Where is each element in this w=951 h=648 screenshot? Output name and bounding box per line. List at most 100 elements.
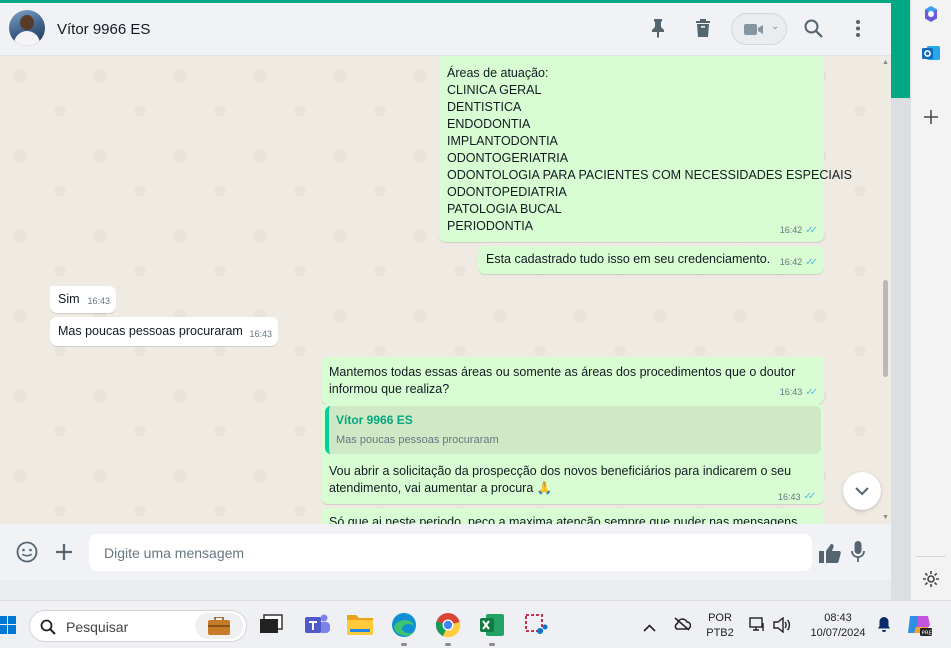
- running-indicator: [489, 643, 495, 646]
- teams-icon[interactable]: [303, 611, 331, 639]
- emoji-icon[interactable]: [16, 541, 38, 568]
- microphone-icon[interactable]: [851, 541, 865, 568]
- chevron-up-icon[interactable]: [643, 619, 656, 637]
- message-meta: 16:43 ✓✓: [778, 491, 816, 502]
- message-meta: 16:43: [249, 326, 272, 343]
- clock-time: 08:43: [824, 612, 852, 624]
- read-ticks-icon: ✓✓: [805, 225, 818, 236]
- running-indicator: [445, 643, 451, 646]
- task-view-icon[interactable]: [258, 611, 286, 639]
- message-time: 16:43: [87, 296, 110, 306]
- copilot-pre-icon[interactable]: PRE: [906, 613, 933, 642]
- edge-icon[interactable]: [390, 611, 418, 639]
- message-cadastro[interactable]: Esta cadastrado tudo isso em seu credenc…: [478, 246, 824, 274]
- message-meta: 16:42 ✓✓: [780, 254, 818, 271]
- message-meta: 16:43 ✓✓: [780, 384, 818, 401]
- network-icon[interactable]: [749, 617, 766, 638]
- message-line: atendimento, vai aumentar a procura 🙏: [329, 481, 553, 495]
- volume-icon[interactable]: [773, 616, 791, 638]
- message-time: 16:43: [779, 387, 803, 397]
- message-line: ENDODONTIA: [447, 117, 531, 131]
- plus-icon[interactable]: [55, 543, 73, 566]
- quoted-message[interactable]: Vítor 9966 ES Mas poucas pessoas procura…: [325, 406, 821, 454]
- message-poucas[interactable]: Mas poucas pessoas procuraram 16:43: [50, 317, 278, 346]
- message-meta: 16:42 ✓✓: [780, 222, 818, 239]
- keyboard-layout: PTB2: [706, 627, 734, 639]
- message-time: 16:43: [249, 329, 272, 339]
- avatar[interactable]: [9, 10, 45, 46]
- more-menu-icon[interactable]: [854, 19, 862, 43]
- search-placeholder: Pesquisar: [66, 619, 129, 635]
- message-areas[interactable]: Áreas de atuação: CLINICA GERAL DENTISTI…: [439, 56, 852, 242]
- message-meta: 16:43: [87, 293, 110, 310]
- message-time: 16:42: [779, 225, 803, 235]
- search-icon: [40, 619, 56, 635]
- read-ticks-icon: ✓✓: [805, 387, 818, 398]
- language-code: POR: [708, 612, 732, 624]
- notification-bell-icon[interactable]: [877, 616, 891, 638]
- briefcase-icon: [195, 613, 243, 639]
- read-ticks-icon: ✓✓: [805, 257, 818, 268]
- contact-name[interactable]: Vítor 9966 ES: [57, 21, 150, 38]
- window-edge: [891, 98, 910, 600]
- language-indicator[interactable]: POR PTB2: [703, 611, 737, 641]
- video-call-icon: [744, 24, 763, 35]
- scroll-down-arrow[interactable]: ▼: [882, 514, 889, 521]
- chevron-down-icon: ⌄: [771, 21, 780, 32]
- message-line: ODONTOGERIATRIA: [447, 151, 569, 165]
- quoted-text: Mas poucas pessoas procuraram: [336, 434, 499, 446]
- thumbs-up-icon[interactable]: [819, 543, 841, 568]
- excel-icon[interactable]: [478, 611, 506, 639]
- svg-text:PRE: PRE: [922, 631, 933, 637]
- window-edge-accent: [891, 0, 910, 98]
- pin-icon[interactable]: [650, 18, 666, 43]
- message-line: Vou abrir a solicitação da prospecção do…: [329, 464, 792, 478]
- scrollbar-thumb[interactable]: [883, 280, 888, 377]
- chrome-icon[interactable]: [434, 611, 462, 639]
- search-icon[interactable]: [804, 19, 823, 43]
- scroll-up-arrow[interactable]: ▲: [882, 59, 889, 66]
- message-partial[interactable]: Só que ai neste periodo, peço a maxima a…: [321, 508, 824, 524]
- message-composer: [0, 524, 891, 580]
- message-sim[interactable]: Sim 16:43: [50, 286, 116, 313]
- gear-icon[interactable]: [922, 570, 940, 593]
- clock[interactable]: 08:43 10/07/2024: [802, 611, 874, 641]
- message-text: Esta cadastrado tudo isso em seu credenc…: [486, 252, 771, 266]
- snipping-tool-icon[interactable]: [522, 611, 550, 639]
- taskbar-search[interactable]: Pesquisar: [29, 610, 247, 642]
- message-list[interactable]: Áreas de atuação: CLINICA GERAL DENTISTI…: [0, 56, 891, 524]
- add-icon[interactable]: [924, 110, 938, 129]
- message-line: PATOLOGIA BUCAL: [447, 202, 562, 216]
- chat-window: Vítor 9966 ES ⌄ Áreas de atuação: CLINIC…: [0, 3, 891, 580]
- message-line: Áreas de atuação:: [447, 66, 549, 80]
- message-text: Só que ai neste periodo, peço a maxima a…: [329, 515, 801, 524]
- message-text: Mas poucas pessoas procuraram: [58, 324, 243, 338]
- sidebar-divider: [916, 556, 946, 557]
- quoted-author: Vítor 9966 ES: [336, 413, 413, 427]
- message-input[interactable]: [89, 534, 812, 571]
- message-line: IMPLANTODONTIA: [447, 134, 558, 148]
- message-line: Mantemos todas essas áreas ou somente as…: [329, 365, 796, 379]
- scroll-down-button[interactable]: [843, 472, 881, 510]
- message-mantemos[interactable]: Mantemos todas essas áreas ou somente as…: [321, 357, 824, 404]
- copilot-icon[interactable]: [922, 5, 940, 28]
- windows-start-icon[interactable]: [0, 616, 16, 639]
- chevron-down-icon: [855, 486, 869, 495]
- message-line: DENTISTICA: [447, 100, 522, 114]
- message-line: ODONTOPEDIATRIA: [447, 185, 567, 199]
- running-indicator: [401, 643, 407, 646]
- taskbar: Pesquisar POR PTB2 08:43 10/07/2024 PRE: [0, 600, 951, 648]
- clock-date: 10/07/2024: [810, 627, 866, 639]
- message-time: 16:43: [778, 491, 801, 502]
- chat-header: Vítor 9966 ES ⌄: [0, 3, 891, 56]
- trash-icon[interactable]: [695, 18, 711, 43]
- message-text: Sim: [58, 292, 80, 306]
- browser-sidebar: [910, 0, 951, 600]
- message-line: ODONTOLOGIA PARA PACIENTES COM NECESSIDA…: [447, 168, 852, 182]
- message-time: 16:42: [779, 257, 803, 267]
- message-line: informou que realiza?: [329, 382, 450, 396]
- outlook-icon[interactable]: [922, 44, 940, 67]
- video-call-button[interactable]: ⌄: [731, 13, 787, 45]
- cloud-offline-icon[interactable]: [673, 617, 692, 636]
- file-explorer-icon[interactable]: [346, 611, 374, 639]
